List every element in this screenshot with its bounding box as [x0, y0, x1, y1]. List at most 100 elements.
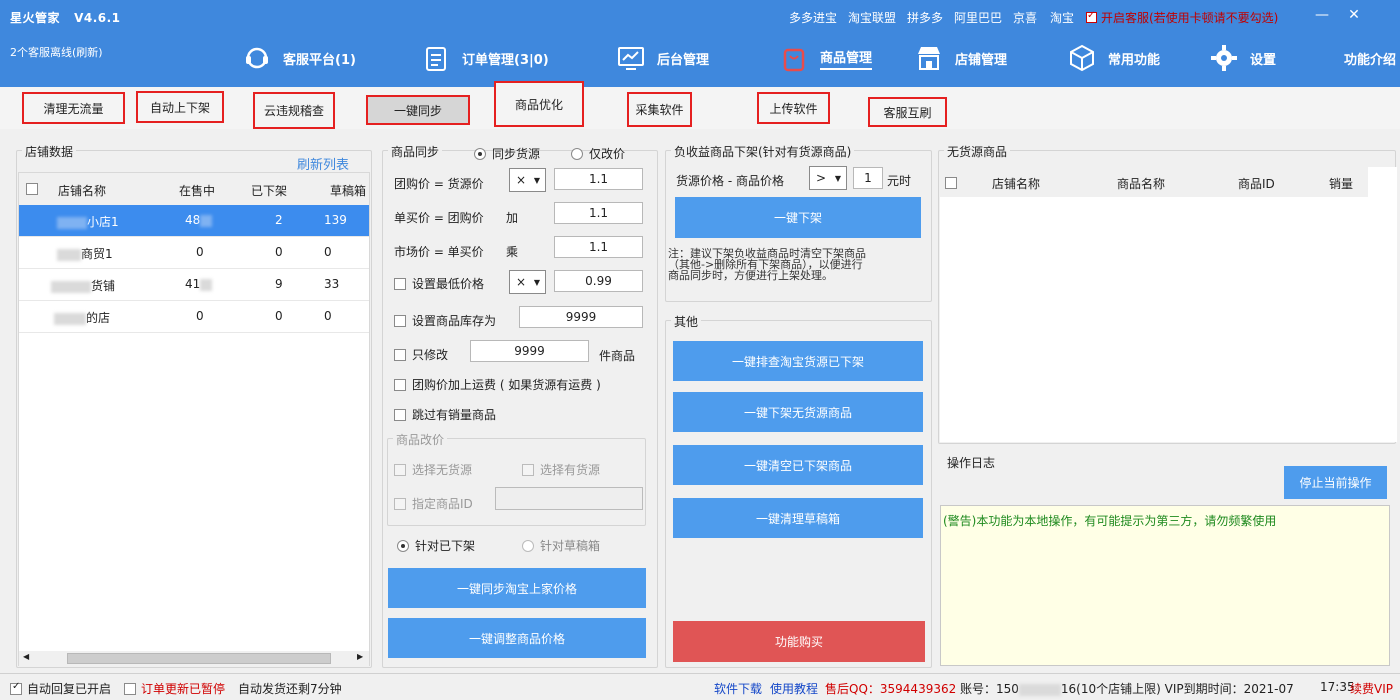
headset-icon — [243, 44, 271, 72]
radio-price-only[interactable]: 仅改价 — [571, 145, 625, 162]
tab-violation-check[interactable]: 云违规稽查 — [253, 92, 335, 129]
col-product-name[interactable]: 商品名称 — [1117, 175, 1165, 192]
scroll-thumb[interactable] — [67, 653, 331, 664]
min-op-select[interactable]: × ▼ — [509, 270, 546, 294]
nav-orders[interactable]: 订单管理(3|0) — [422, 40, 549, 76]
no-source-checkbox[interactable]: 选择无货源 — [394, 461, 472, 478]
modify-legend: 商品改价 — [393, 431, 448, 448]
neg-op-select[interactable]: > ▼ — [809, 166, 847, 190]
table-row[interactable]: 的店 0 0 0 — [19, 301, 369, 333]
refresh-list-link[interactable]: 刷新列表 — [297, 154, 349, 173]
col-sales[interactable]: 销量 — [1329, 175, 1353, 192]
tab-upload-software[interactable]: 上传软件 — [757, 92, 830, 124]
scroll-right-icon[interactable]: ▶ — [357, 652, 363, 661]
row-shop-name: 货铺 — [91, 279, 116, 293]
no-source-table-header: 店铺名称 商品名称 商品ID 销量 — [940, 167, 1368, 197]
dropdown-arrow-icon: ▼ — [533, 277, 541, 287]
radio-sync-source[interactable]: 同步货源 — [474, 145, 540, 162]
col-shop-name[interactable]: 店铺名称 — [58, 182, 106, 199]
clear-draft-button[interactable]: 一键清理草稿箱 — [673, 498, 923, 538]
download-link[interactable]: 软件下载 — [714, 680, 762, 697]
toplink-taobao-union[interactable]: 淘宝联盟 — [848, 9, 896, 26]
support-qq: 售后QQ：3594439362 — [825, 682, 957, 696]
one-click-offshelf-button[interactable]: 一键下架 — [675, 197, 921, 238]
group-price-input[interactable]: 1.1 — [554, 168, 643, 190]
neg-value-input[interactable]: 1 — [853, 167, 883, 189]
col-on-sale[interactable]: 在售中 — [179, 182, 215, 199]
nav-common[interactable]: 常用功能 — [1068, 40, 1160, 76]
market-price-input[interactable]: 1.1 — [554, 236, 643, 258]
tab-clean-no-traffic[interactable]: 清理无流量 — [22, 92, 125, 124]
select-all-checkbox[interactable] — [26, 183, 38, 195]
tab-auto-shelf[interactable]: 自动上下架 — [136, 91, 224, 123]
add-shipping-checkbox[interactable]: 团购价加上运费 ( 如果货源有运费 ) — [394, 376, 601, 393]
row-on-sale: 48 — [185, 213, 201, 227]
adjust-price-button[interactable]: 一键调整商品价格 — [388, 618, 646, 658]
row-on-sale: 41 — [185, 277, 201, 291]
select-all-checkbox[interactable] — [945, 177, 957, 189]
renew-vip-link[interactable]: 续费VIP — [1350, 680, 1393, 697]
col-shop-name[interactable]: 店铺名称 — [992, 175, 1040, 192]
row-off: 2 — [275, 213, 283, 227]
sync-legend: 商品同步 — [388, 143, 443, 160]
group-op-select[interactable]: × ▼ — [509, 168, 546, 192]
tab-product-optimize[interactable]: 商品优化 — [494, 81, 584, 127]
tab-one-click-sync[interactable]: 一键同步 — [366, 95, 470, 125]
radio-target-draft[interactable]: 针对草稿箱 — [522, 537, 600, 554]
col-off-shelf[interactable]: 已下架 — [251, 182, 287, 199]
monitor-icon — [617, 44, 645, 72]
minimize-icon[interactable]: — — [1312, 5, 1332, 25]
auto-reply-checkbox[interactable]: ✓ 自动回复已开启 — [10, 680, 111, 697]
table-row[interactable]: 商贸1 0 0 0 — [19, 237, 369, 269]
h-scrollbar[interactable]: ◀ ▶ — [19, 651, 369, 666]
check-taobao-source-button[interactable]: 一键排查淘宝货源已下架 — [673, 341, 923, 381]
stock-checkbox[interactable]: 设置商品库存为 — [394, 312, 496, 329]
min-price-checkbox[interactable]: 设置最低价格 — [394, 275, 484, 292]
col-product-id[interactable]: 商品ID — [1238, 175, 1275, 192]
col-draft[interactable]: 草稿箱 — [330, 182, 366, 199]
assign-id-input[interactable] — [495, 487, 643, 510]
table-row[interactable]: 小店1 48 2 139 — [19, 205, 369, 237]
stop-operation-button[interactable]: 停止当前操作 — [1284, 466, 1387, 499]
only-modify-checkbox[interactable]: 只修改 — [394, 346, 448, 363]
order-paused-checkbox[interactable]: 订单更新已暂停 — [124, 680, 225, 697]
nav-backend[interactable]: 后台管理 — [617, 40, 709, 76]
radio-on-icon — [474, 147, 486, 160]
single-price-input[interactable]: 1.1 — [554, 202, 643, 224]
toplink-alibaba[interactable]: 阿里巴巴 — [954, 9, 1002, 26]
assign-id-checkbox[interactable]: 指定商品ID — [394, 495, 473, 512]
single-op-label: 加 — [506, 211, 519, 225]
offline-status-link[interactable]: 2个客服离线(刷新) — [10, 44, 103, 60]
toplink-duoduo[interactable]: 多多进宝 — [789, 9, 837, 26]
row-shop-name: 小店1 — [87, 215, 119, 229]
nav-intro[interactable]: 功能介绍 — [1344, 40, 1396, 76]
nav-products[interactable]: 商品管理 — [780, 40, 873, 76]
toplink-jingxi[interactable]: 京喜 — [1013, 9, 1037, 26]
toplink-pdd[interactable]: 拼多多 — [907, 9, 943, 26]
kf-toggle-checkbox[interactable]: 开启客服(若使用卡顿请不要勾选) — [1086, 9, 1278, 26]
offshelf-no-source-button[interactable]: 一键下架无货源商品 — [673, 392, 923, 432]
sync-taobao-price-button[interactable]: 一键同步淘宝上家价格 — [388, 568, 646, 608]
table-row[interactable]: 货铺 41 9 33 — [19, 269, 369, 301]
log-textarea[interactable]: (警告)本功能为本地操作，有可能提示为第三方，请勿频繁使用 — [940, 505, 1390, 666]
radio-target-off[interactable]: 针对已下架 — [397, 537, 475, 554]
nav-settings[interactable]: 设置 — [1210, 40, 1276, 76]
skip-sold-checkbox[interactable]: 跳过有销量商品 — [394, 406, 496, 423]
buy-feature-button[interactable]: 功能购买 — [673, 621, 925, 662]
tab-collect-software[interactable]: 采集软件 — [627, 92, 692, 127]
min-price-input[interactable]: 0.99 — [554, 270, 643, 292]
stock-input[interactable]: 9999 — [519, 306, 643, 328]
close-icon[interactable]: ✕ — [1344, 5, 1364, 25]
clear-offshelf-button[interactable]: 一键清空已下架商品 — [673, 445, 923, 485]
neg-note: 注：建议下架负收益商品时清空下架商品 （其他->删除所有下架商品），以便进行 商… — [668, 247, 866, 282]
nav-kefu[interactable]: 客服平台(1) — [243, 40, 356, 76]
tutorial-link[interactable]: 使用教程 — [770, 680, 818, 697]
nav-stores[interactable]: 店铺管理 — [915, 40, 1007, 76]
row-on-sale: 0 — [196, 245, 204, 259]
has-source-checkbox[interactable]: 选择有货源 — [522, 461, 600, 478]
only-modify-input[interactable]: 9999 — [470, 340, 589, 362]
toplink-taobao[interactable]: 淘宝 — [1050, 9, 1074, 26]
radio-off-icon — [522, 539, 534, 552]
scroll-left-icon[interactable]: ◀ — [23, 652, 29, 661]
tab-kefu-swap[interactable]: 客服互刷 — [868, 97, 947, 127]
